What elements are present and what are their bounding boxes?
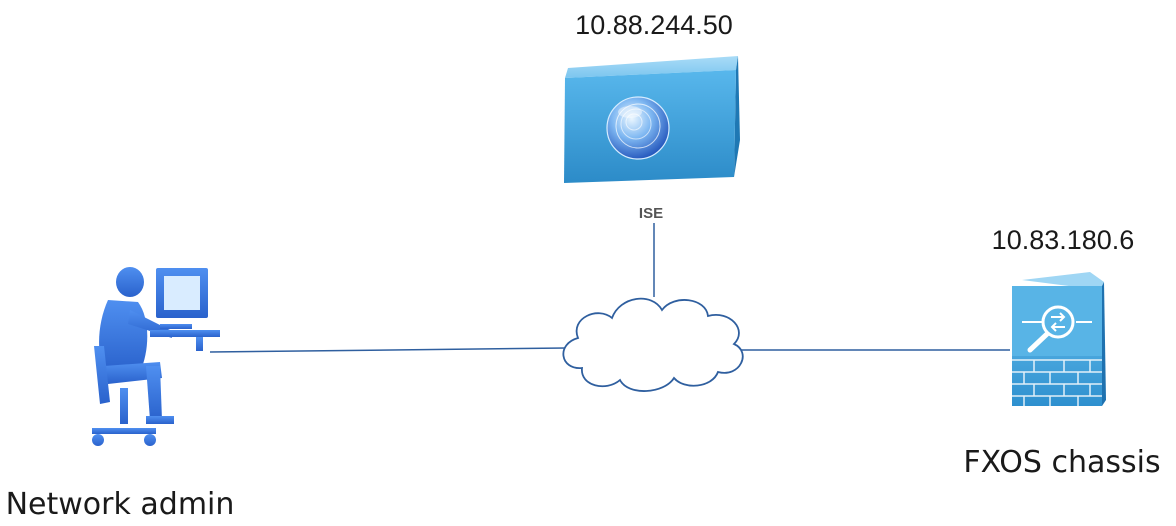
fxos-label: FXOS chassis: [963, 445, 1160, 480]
network-cloud-icon: [562, 297, 744, 392]
ise-label: ISE: [639, 205, 663, 222]
network-diagram: 10.88.244.50 ISE 10.83.180.6 FXOS chassi…: [6, 10, 1161, 522]
link-admin-to-cloud: [209, 347, 567, 353]
ise-ip-label: 10.88.244.50: [575, 10, 733, 40]
network-admin-label: Network admin: [6, 487, 235, 522]
fxos-ip-label: 10.83.180.6: [992, 225, 1135, 255]
firewall-appliance-icon: [1012, 272, 1106, 406]
ise-server-icon: [564, 56, 740, 183]
network-admin-workstation-icon: [92, 267, 220, 446]
